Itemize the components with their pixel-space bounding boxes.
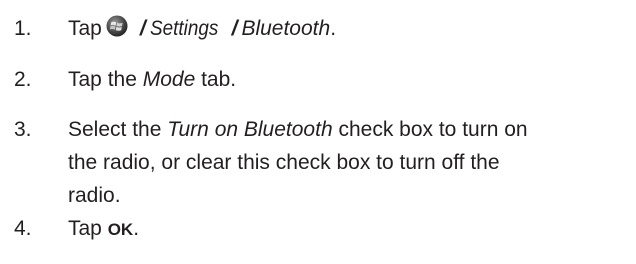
step-number: 3. [14,118,32,141]
step-number: 1. [14,17,32,40]
step-text: Tap OK. [68,212,628,246]
step-text-after: check box to turn on [332,118,528,141]
step-number: 2. [14,68,32,91]
step-line-2: the radio, or clear this check box to tu… [68,151,500,174]
step-verb: Tap [68,17,102,40]
sentence-end: . [133,217,140,240]
path-separator: / [231,17,238,40]
instruction-steps: 1. Tap / Settings / Bluetooth. 2. Tap th… [0,0,636,264]
step-text: Tap the Mode tab. [68,63,628,96]
settings-path-item: Settings [149,17,219,40]
path-separator: / [139,17,146,40]
step-text: Select the Turn on Bluetooth check box t… [68,113,628,212]
step-number: 4. [14,217,32,240]
windows-start-icon [106,14,128,47]
step-line-1: Select the Turn on Bluetooth check box t… [68,113,628,146]
bluetooth-path-item: Bluetooth [241,17,331,40]
step-text: Tap / Settings / Bluetooth. [68,12,628,47]
step-text-after: tab. [195,68,237,91]
step-line-3: radio. [68,184,121,207]
ok-button-name: OK [107,220,134,239]
step-text-before: Tap the [68,68,143,91]
turn-on-bluetooth-checkbox-name: Turn on Bluetooth [167,118,333,141]
step-text-before: Select the [68,118,168,141]
mode-tab-name: Mode [142,68,196,91]
sentence-end: . [330,17,337,40]
step-text-before: Tap [68,217,108,240]
